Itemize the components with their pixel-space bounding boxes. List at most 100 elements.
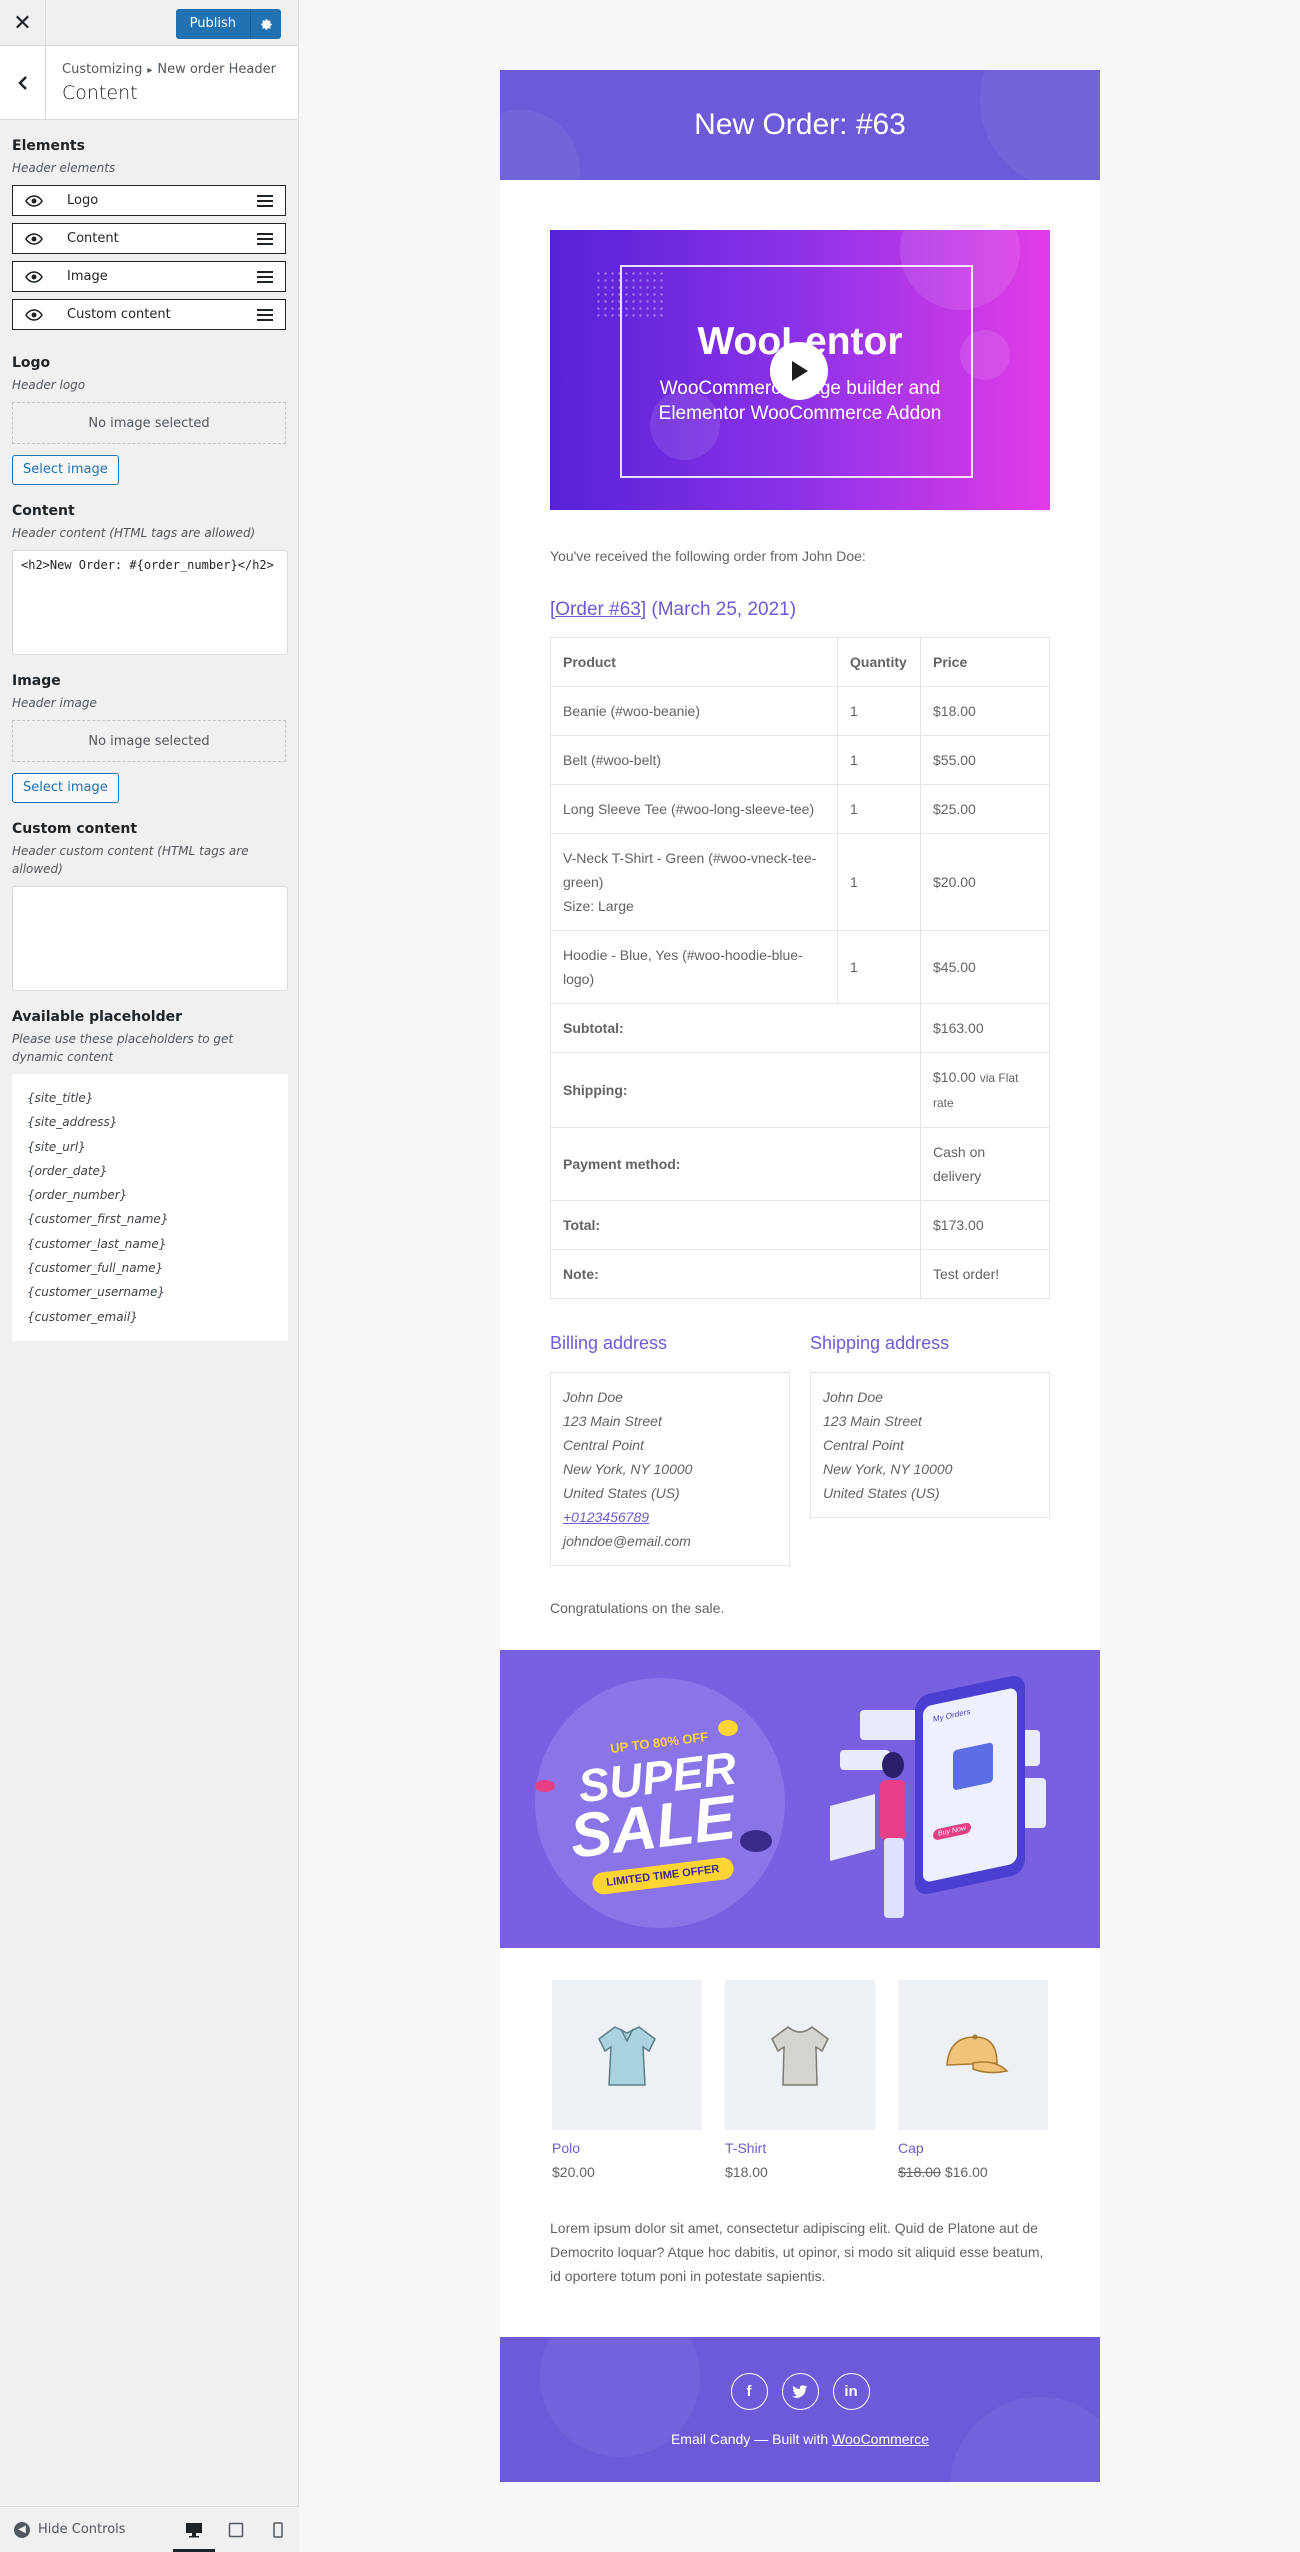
- element-row[interactable]: Custom content: [12, 299, 286, 330]
- product-image[interactable]: [898, 1980, 1048, 2130]
- product-grid: Polo $20.00 T-Shirt $18.00 Cap $18.00 $16.00: [500, 1948, 1100, 2180]
- tablet-preview-button[interactable]: [215, 2507, 257, 2552]
- element-label: Image: [67, 269, 108, 284]
- order-item-qty: 1: [837, 784, 921, 834]
- billing-address: Billing address John Doe 123 Main Street C…: [550, 1333, 790, 1566]
- shipping-address: Shipping address John Doe 123 Main Street…: [810, 1333, 1050, 1566]
- order-item-name: Hoodie - Blue, Yes (#woo-hoodie-blue-log…: [563, 947, 803, 987]
- logo-select-image-button[interactable]: Select image: [12, 455, 119, 485]
- product-name[interactable]: T-Shirt: [725, 2140, 875, 2156]
- footer-credit-prefix: Email Candy — Built with: [670, 2431, 833, 2447]
- drag-handle-icon[interactable]: [257, 194, 273, 207]
- drag-handle-icon[interactable]: [257, 270, 273, 283]
- order-total-value: $173.00: [933, 1217, 984, 1233]
- back-button[interactable]: [0, 46, 46, 119]
- twitter-icon[interactable]: [781, 2373, 819, 2410]
- order-total-row: Total: $173.00: [550, 1200, 1050, 1250]
- order-item-product: Belt (#woo-belt): [550, 735, 838, 785]
- product-name[interactable]: Polo: [552, 2140, 702, 2156]
- eye-icon[interactable]: [25, 194, 45, 207]
- drag-handle-icon[interactable]: [257, 232, 273, 245]
- order-total-value-cell: Test order!: [920, 1249, 1050, 1299]
- congrats-text: Congratulations on the sale.: [550, 1600, 725, 1616]
- col-product: Product: [550, 637, 838, 687]
- email-header: New Order: #63: [500, 70, 1100, 180]
- publish-button[interactable]: Publish: [175, 9, 251, 39]
- customizer-sidebar: ✕ Publish Customizing ▸ New order Header C…: [0, 0, 299, 2552]
- billing-line: John Doe: [563, 1389, 623, 1405]
- product-old-price: $18.00: [898, 2164, 941, 2180]
- eye-icon[interactable]: [25, 270, 45, 283]
- image-select-image-button[interactable]: Select image: [12, 773, 119, 803]
- product-current-price: $20.00: [552, 2164, 595, 2180]
- play-button[interactable]: [770, 342, 828, 400]
- billing-phone-link[interactable]: +0123456789: [563, 1509, 649, 1525]
- order-total-label: Payment method:: [550, 1127, 921, 1201]
- shipping-title: Shipping address: [810, 1333, 950, 1353]
- shipping-line: John Doe: [823, 1389, 883, 1405]
- placeholder-item: {site_address}: [27, 1115, 118, 1130]
- order-item-meta: Size: Large: [563, 898, 634, 914]
- order-heading: [Order #63] (March 25, 2021): [550, 599, 1050, 621]
- product-card[interactable]: Cap $18.00 $16.00: [898, 1980, 1048, 2180]
- shipping-line: Central Point: [823, 1437, 904, 1453]
- order-totals: Subtotal: $163.00 Shipping: $10.00 via Flat…: [550, 1003, 1050, 1299]
- order-item-qty: 1: [837, 930, 921, 1004]
- order-item-price: $18.00: [920, 686, 1050, 736]
- product-price: $18.00 $16.00: [898, 2164, 1048, 2180]
- billing-box: John Doe 123 Main Street Central Point New …: [550, 1372, 790, 1566]
- email-preview: New Order: #63 WooLentor WooCommerce Pag…: [300, 0, 1300, 2552]
- hero-video-banner[interactable]: WooLentor WooCommerce Page builder and E…: [550, 230, 1050, 510]
- product-name[interactable]: Cap: [898, 2140, 1048, 2156]
- publish-settings-button[interactable]: [251, 9, 281, 39]
- eye-icon[interactable]: [25, 308, 45, 321]
- billing-title: Billing address: [550, 1333, 668, 1353]
- order-total-value-cell: $10.00 via Flat rate: [920, 1052, 1050, 1128]
- super-sale-banner[interactable]: UP TO 80% OFF SUPER SALE LIMITED TIME OF…: [500, 1650, 1100, 1948]
- email-template: New Order: #63 WooLentor WooCommerce Pag…: [500, 70, 1100, 2482]
- order-item-product: Beanie (#woo-beanie): [550, 686, 838, 736]
- order-link[interactable]: [Order #63]: [550, 599, 646, 620]
- order-total-value-cell: Cash on delivery: [920, 1127, 1050, 1201]
- placeholder-item: {site_title}: [27, 1091, 94, 1105]
- order-total-label: Subtotal:: [550, 1003, 921, 1053]
- facebook-icon[interactable]: f: [730, 2373, 768, 2410]
- order-item-qty: 1: [837, 735, 921, 785]
- desktop-preview-button[interactable]: [173, 2507, 215, 2552]
- element-row[interactable]: Logo: [12, 185, 286, 216]
- order-total-value-cell: $173.00: [920, 1200, 1050, 1250]
- product-image[interactable]: [552, 1980, 702, 2130]
- email-body: WooLentor WooCommerce Page builder and E…: [500, 180, 1100, 1650]
- footer-credit: Email Candy — Built with WooCommerce: [500, 2431, 1100, 2447]
- sale-buy-now: Buy Now: [933, 1821, 972, 1841]
- order-item-price: $45.00: [920, 930, 1050, 1004]
- product-card[interactable]: Polo $20.00: [552, 1980, 702, 2180]
- elements-desc: Header elements: [12, 161, 116, 175]
- eye-icon[interactable]: [25, 232, 45, 245]
- close-customizer-button[interactable]: ✕: [0, 0, 46, 46]
- product-card[interactable]: T-Shirt $18.00: [725, 1980, 875, 2180]
- mobile-preview-button[interactable]: [257, 2507, 299, 2552]
- order-total-value: Test order!: [933, 1266, 1000, 1282]
- drag-handle-icon[interactable]: [257, 308, 273, 321]
- order-table: Product Quantity Price Beanie (#woo-bean…: [550, 637, 1050, 1299]
- email-header-title: New Order: #63: [694, 108, 906, 141]
- product-image[interactable]: [725, 1980, 875, 2130]
- element-row[interactable]: Content: [12, 223, 286, 254]
- content-title: Content: [12, 503, 75, 519]
- image-title: Image: [12, 673, 61, 689]
- order-rows: Beanie (#woo-beanie) 1 $18.00 Belt (#woo-be…: [550, 686, 1050, 1004]
- mobile-icon: [273, 2521, 283, 2538]
- linkedin-icon[interactable]: in: [832, 2373, 870, 2410]
- woocommerce-link[interactable]: WooCommerce: [832, 2431, 929, 2447]
- content-textarea[interactable]: <h2>New Order: #{order_number}</h2>: [12, 550, 288, 655]
- order-total-row: Note: Test order!: [550, 1249, 1050, 1299]
- custom-content-textarea[interactable]: [12, 886, 288, 991]
- billing-line: United States (US): [563, 1485, 680, 1501]
- breadcrumb-separator: ▸: [147, 65, 153, 76]
- element-label: Content: [67, 231, 119, 246]
- order-total-value: $163.00: [933, 1020, 984, 1036]
- element-row[interactable]: Image: [12, 261, 286, 292]
- order-item-row: Long Sleeve Tee (#woo-long-sleeve-tee) 1 $…: [550, 784, 1050, 834]
- hide-controls-button[interactable]: ◀ Hide Controls: [14, 2521, 173, 2538]
